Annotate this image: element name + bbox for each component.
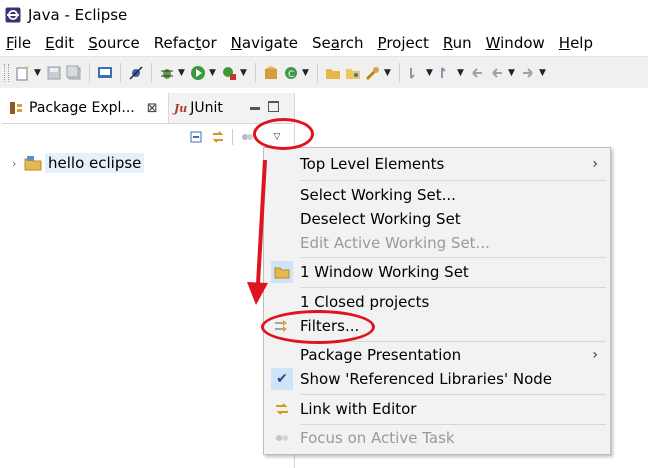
submenu-arrow-icon: › [592, 156, 598, 172]
menu-item-deselect-working-set[interactable]: Deselect Working Set [264, 207, 610, 231]
menu-separator [300, 424, 606, 425]
back-icon[interactable] [488, 63, 506, 83]
menu-refactor[interactable]: Refactor [148, 34, 225, 52]
java-project-icon [24, 154, 42, 172]
open-type-icon[interactable] [324, 63, 342, 83]
tab-junit-label: JUnit [190, 100, 223, 116]
menu-item-focus-on-active-task: Focus on Active Task [264, 426, 610, 450]
link-with-editor-icon [264, 397, 300, 421]
external-tools-dropdown-icon[interactable]: ▼ [239, 63, 248, 83]
view-window-controls [250, 99, 279, 112]
menu-separator [300, 394, 606, 395]
title-bar: Java - Eclipse [0, 0, 648, 30]
skip-breakpoints-icon[interactable] [127, 63, 145, 83]
menu-item-show-referenced-libraries[interactable]: ✔ Show 'Referenced Libraries' Node [264, 367, 610, 391]
debug-dropdown-icon[interactable]: ▼ [177, 63, 186, 83]
menu-item-package-presentation[interactable]: Package Presentation › [264, 343, 610, 367]
menu-item-top-level-elements[interactable]: Top Level Elements › [264, 152, 610, 176]
menu-search[interactable]: Search [306, 34, 372, 52]
window-title: Java - Eclipse [28, 6, 128, 24]
menu-project[interactable]: Project [372, 34, 437, 52]
menu-file[interactable]: File [0, 34, 39, 52]
forward-dropdown-icon[interactable]: ▼ [538, 63, 547, 83]
package-explorer-icon [8, 100, 24, 116]
open-console-icon[interactable] [96, 63, 114, 83]
run-dropdown-icon[interactable]: ▼ [208, 63, 217, 83]
expand-arrow-icon[interactable]: › [12, 157, 24, 170]
menu-separator [300, 180, 606, 181]
tab-package-explorer-label: Package Expl... [29, 100, 135, 116]
tree-item-label: hello eclipse [45, 153, 145, 173]
menu-bar: File Edit Source Refactor Navigate Searc… [0, 30, 648, 55]
menu-item-window-working-set[interactable]: 1 Window Working Set [264, 260, 610, 284]
new-class-dropdown-icon[interactable]: ▼ [301, 63, 310, 83]
menu-separator [300, 287, 606, 288]
maximize-icon[interactable] [268, 101, 279, 112]
collapse-all-icon[interactable] [188, 129, 204, 145]
menu-edit[interactable]: Edit [39, 34, 82, 52]
annotation-circle-filters [261, 310, 375, 344]
save-all-icon[interactable] [65, 63, 83, 83]
tab-junit[interactable]: Ju JUnit [172, 93, 256, 123]
close-icon[interactable]: ⊠ [147, 101, 158, 116]
search-dropdown-icon[interactable]: ▼ [383, 63, 392, 83]
new-dropdown-icon[interactable]: ▼ [33, 63, 42, 83]
checkmark-icon: ✔ [271, 368, 293, 390]
minimize-icon[interactable] [250, 107, 260, 110]
menu-item-select-working-set[interactable]: Select Working Set... [264, 183, 610, 207]
next-annotation-icon[interactable] [406, 63, 424, 83]
tab-package-explorer[interactable]: Package Expl... ⊠ [2, 93, 169, 123]
menu-item-link-with-editor[interactable]: Link with Editor [264, 397, 610, 421]
menu-source[interactable]: Source [82, 34, 148, 52]
save-icon[interactable] [45, 63, 63, 83]
focus-task-icon [264, 426, 300, 450]
view-menu-popup: Top Level Elements › Select Working Set.… [263, 147, 611, 455]
menu-window[interactable]: Window [480, 34, 553, 52]
main-toolbar: ▼ ▼ ▼ ▼ C ▼ ▼ ▼ ▼ ▼ ▼ [0, 56, 648, 89]
previous-annotation-dropdown-icon[interactable]: ▼ [456, 63, 465, 83]
working-set-icon [271, 261, 293, 283]
last-edit-location-icon[interactable] [468, 63, 486, 83]
new-java-package-icon[interactable] [262, 63, 280, 83]
previous-annotation-icon[interactable] [437, 63, 455, 83]
menu-navigate[interactable]: Navigate [225, 34, 306, 52]
new-icon[interactable] [14, 63, 32, 83]
new-java-class-icon[interactable]: C [282, 63, 300, 83]
debug-icon[interactable] [158, 63, 176, 83]
search-tool-icon[interactable] [364, 63, 382, 83]
menu-help[interactable]: Help [553, 34, 601, 52]
svg-text:C: C [288, 70, 294, 80]
menu-separator [300, 257, 606, 258]
menu-run[interactable]: Run [437, 34, 480, 52]
forward-icon[interactable] [519, 63, 537, 83]
package-explorer-view: Package Expl... ⊠ Ju JUnit ▽ › hello ecl… [2, 93, 295, 468]
submenu-arrow-icon: › [592, 347, 598, 363]
next-annotation-dropdown-icon[interactable]: ▼ [425, 63, 434, 83]
external-tools-icon[interactable] [220, 63, 238, 83]
menu-item-edit-active-working-set: Edit Active Working Set... [300, 234, 490, 252]
annotation-circle-view-menu [253, 118, 314, 150]
junit-icon: Ju [174, 101, 188, 115]
run-icon[interactable] [189, 63, 207, 83]
eclipse-logo-icon [4, 6, 22, 24]
back-dropdown-icon[interactable]: ▼ [507, 63, 516, 83]
open-task-icon[interactable] [344, 63, 362, 83]
view-tab-row: Package Expl... ⊠ Ju JUnit [2, 93, 294, 124]
link-with-editor-icon[interactable] [210, 129, 226, 145]
tree-item-project[interactable]: › hello eclipse [12, 151, 145, 175]
toolbar-grip[interactable] [4, 63, 9, 82]
